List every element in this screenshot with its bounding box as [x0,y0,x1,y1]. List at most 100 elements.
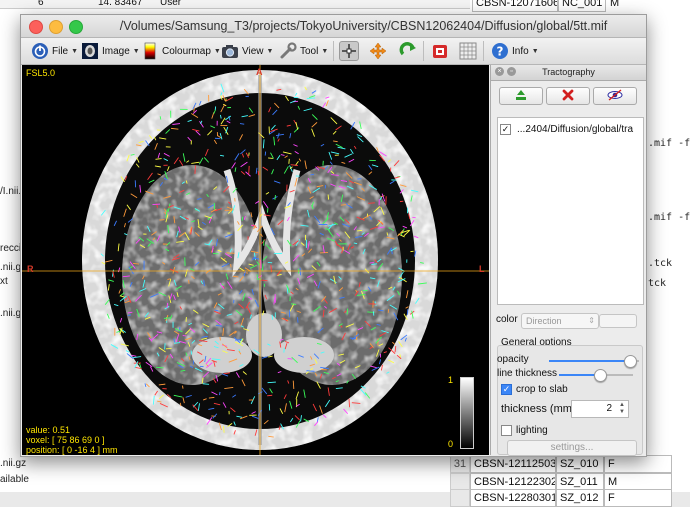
tractogram-list[interactable]: ✓ ...2404/Diffusion/global/tra [497,117,644,305]
table-cell: CBSN-12112503 [470,455,556,473]
record-icon [431,42,449,60]
thickness-spinbox[interactable]: 2 ▲▼ [571,400,629,418]
rotate-mode-button[interactable] [399,40,420,62]
brain-slice-image [22,65,489,455]
panel-float-icon[interactable]: ▫ [507,67,516,76]
color-label: color [496,314,518,325]
grid-layout-button[interactable] [459,40,480,62]
open-folder-icon [514,89,528,104]
terminal-text: .tck [648,258,672,269]
image-icon [81,42,99,60]
crosshair-mode-button[interactable] [339,40,362,62]
table-cell: M [606,0,684,12]
table-cell: SZ_010 [556,455,604,473]
mrview-window: /Volumes/Samsung_T3/projects/TokyoUniver… [20,14,647,457]
thickness-value: 2 [606,401,612,417]
close-tractogram-button[interactable] [546,87,590,105]
hide-all-tractograms-button[interactable] [593,87,637,105]
terminal-text: tck [648,278,666,289]
colourmap-menu-button[interactable]: Colourmap▼ [141,40,221,62]
rotate-icon [399,42,417,60]
color-swatch-button[interactable] [599,314,637,328]
view-menu-label: View [242,46,264,57]
info-menu-button[interactable]: ? Info▼ [491,40,539,62]
voxel-readout: voxel: [ 75 86 69 0 ] [26,435,105,445]
orientation-anterior-label: A [256,67,263,77]
terminal-text: .mif -fis [648,138,690,149]
zoom-window-button[interactable] [69,20,83,34]
table-cell: F [604,455,672,473]
tractogram-visible-checkbox[interactable]: ✓ [500,124,511,135]
lighting-label: lighting [516,425,548,436]
orientation-right-label: R [27,264,34,274]
panel-title-text: Tractography [542,67,595,77]
crop-to-slab-label: crop to slab [516,384,568,395]
window-title: /Volumes/Samsung_T3/projects/TokyoUniver… [91,19,636,33]
eye-icon [607,89,623,104]
pan-mode-button[interactable] [369,40,390,62]
row-index: 31 [450,455,470,473]
table-row: CBSN-12071606 NC_001 M [472,0,684,12]
background-top-strip: 6 14. 83467 User [0,0,470,9]
chevron-updown-icon: ⇕ [588,314,595,328]
table-cell: CBSN-12071606 [472,0,558,12]
record-button[interactable] [431,40,452,62]
opacity-label: opacity [497,354,529,365]
lighting-checkbox[interactable] [501,425,512,436]
minimize-window-button[interactable] [49,20,63,34]
title-bar[interactable]: /Volumes/Samsung_T3/projects/TokyoUniver… [21,15,646,38]
panel-title: × ▫ Tractography [491,65,646,81]
svg-text:?: ? [497,45,504,59]
stepper-arrows-icon[interactable]: ▲▼ [617,402,627,416]
orientation-left-label: L [479,264,485,274]
table-cell: NC_001 [558,0,606,12]
lighting-settings-button[interactable]: settings... [507,440,637,456]
bg-top-value: User [160,0,181,8]
crop-to-slab-option[interactable]: ✓ crop to slab [501,384,568,395]
grid-icon [459,42,477,60]
open-tractogram-button[interactable] [499,87,543,105]
line-thickness-slider[interactable] [559,371,633,379]
colorbar-min-label: 0 [448,439,453,449]
image-viewer[interactable]: FSL5.0 R L A value: 0.51 voxel: [ 75 86 … [22,65,489,455]
finder-text: .nii.gz [0,458,26,469]
help-icon: ? [491,42,509,60]
table-row: 31 CBSN-12112503 SZ_010 F [450,455,672,473]
bg-top-value: 6 [38,0,44,8]
file-menu-button[interactable]: File▼ [31,40,78,62]
color-mode-select[interactable]: Direction ⇕ [521,313,599,329]
image-menu-button[interactable]: Image▼ [81,40,140,62]
line-thickness-label: line thickness [497,368,557,379]
tractography-panel: × ▫ Tractography ✓ ...2404/Diffusion/glo… [490,65,646,455]
move-arrows-icon [369,42,387,60]
colorbar [460,377,474,449]
finder-text: /I.nii. [0,186,21,197]
power-icon [31,42,49,60]
finder-text: xt [0,276,8,287]
scanner-label: FSL5.0 [26,68,55,78]
tool-menu-label: Tool [300,46,318,57]
value-readout: value: 0.51 [26,425,70,435]
tractogram-path: ...2404/Diffusion/global/tra [517,124,633,135]
bg-top-value: 14. 83467 [98,0,143,8]
close-red-icon [562,89,574,104]
finder-text: ailable [0,474,29,485]
colourmap-menu-label: Colourmap [162,46,211,57]
info-menu-label: Info [512,46,529,57]
list-item[interactable]: ✓ ...2404/Diffusion/global/tra [500,124,633,135]
camera-icon [221,42,239,60]
position-readout: position: [ 0 -16 4 ] mm [26,445,118,455]
view-menu-button[interactable]: View▼ [221,40,273,62]
wrench-icon [279,42,297,60]
crop-to-slab-checkbox[interactable]: ✓ [501,384,512,395]
opacity-slider[interactable] [549,357,639,365]
panel-close-icon[interactable]: × [495,67,504,76]
lighting-option[interactable]: lighting [501,425,548,436]
colourmap-icon [141,42,159,60]
crosshair-icon [339,41,359,61]
terminal-text: .mif -fis [648,212,690,223]
close-window-button[interactable] [29,20,43,34]
thickness-mm-label: thickness (mm) [501,403,576,415]
tool-menu-button[interactable]: Tool▼ [279,40,328,62]
color-mode-value: Direction [526,316,562,326]
